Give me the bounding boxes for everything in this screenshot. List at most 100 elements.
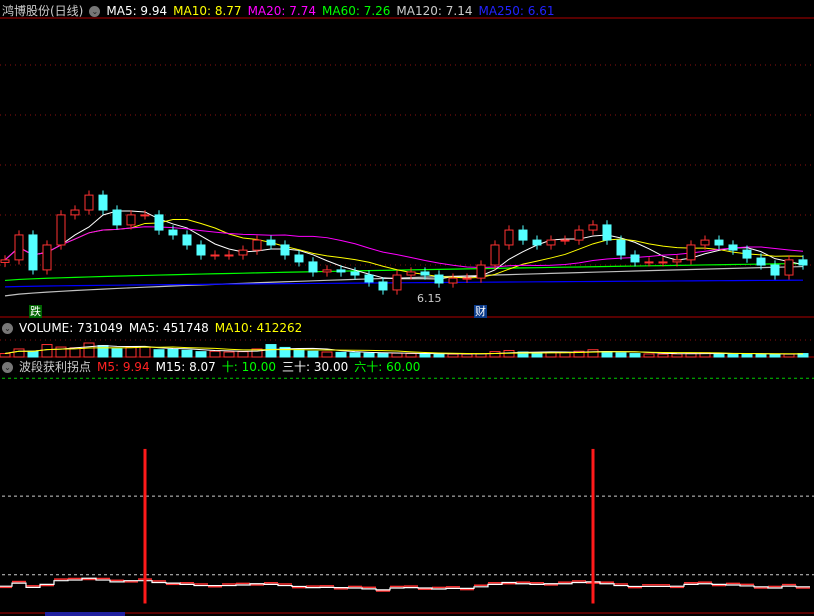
thirty-label: 三十: 30.00 <box>282 360 349 374</box>
volume-bar <box>755 353 767 358</box>
stock-chart[interactable] <box>0 0 814 616</box>
die-marker[interactable]: 跌 <box>29 305 42 318</box>
candle-down <box>616 239 626 256</box>
candle-down <box>364 274 374 283</box>
volume-bar <box>671 353 683 358</box>
volume-bar <box>713 353 725 358</box>
candle-up <box>490 244 500 266</box>
candle-up <box>686 244 696 261</box>
volume-ma5-label: MA5: 451748 <box>128 321 209 335</box>
candle-up <box>644 261 654 264</box>
volume-bar <box>643 353 655 358</box>
collapse-chevron-icon[interactable]: ⌄ <box>89 5 101 17</box>
indicator-pane-header: ⌄ 波段获利拐点 M5: 9.94 M15: 8.07 十: 10.00 三十:… <box>2 359 420 375</box>
volume-bar <box>0 353 11 358</box>
collapse-chevron-icon[interactable]: ⌄ <box>2 322 13 334</box>
candle-up <box>546 239 556 246</box>
volume-bar <box>657 353 669 358</box>
volume-bar <box>321 351 333 358</box>
volume-bar <box>181 349 193 358</box>
volume-pane-header: ⌄ VOLUME: 731049 MA5: 451748 MA10: 41226… <box>2 320 302 336</box>
candle-down <box>336 269 346 273</box>
candle-up <box>588 224 598 231</box>
volume-bar <box>223 351 235 358</box>
candle-down <box>182 234 192 246</box>
volume-bar <box>615 352 627 358</box>
candle-up <box>448 277 458 284</box>
volume-bar <box>153 349 165 358</box>
candle-down <box>798 259 808 266</box>
sixty-label: 六十: 60.00 <box>354 360 421 374</box>
candle-down <box>28 234 38 271</box>
ma250-line <box>4 279 804 288</box>
candle-up <box>210 254 220 257</box>
volume-ma10-label: MA10: 412262 <box>214 321 303 335</box>
candle-up <box>84 194 94 211</box>
volume-bar <box>783 353 795 358</box>
indicator-name: 波段获利拐点 <box>19 360 92 374</box>
volume-label: VOLUME: 731049 <box>19 321 123 335</box>
volume-bar <box>139 346 151 358</box>
signal-spike <box>591 448 595 604</box>
candle-down <box>420 271 430 276</box>
volume-bar <box>461 353 473 358</box>
volume-bar <box>363 352 375 358</box>
volume-bar <box>447 353 459 358</box>
volume-bar <box>209 350 221 358</box>
candle-down <box>630 254 640 263</box>
candle-up <box>70 209 80 216</box>
candle-up <box>56 214 66 246</box>
ma5-label: MA5: 9.94 <box>106 4 168 18</box>
volume-bar <box>167 348 179 358</box>
candle-down <box>280 244 290 256</box>
cai-marker[interactable]: 财 <box>474 305 487 318</box>
candle-down <box>770 264 780 276</box>
volume-bar <box>769 353 781 358</box>
candle-up <box>700 239 710 246</box>
candle-down <box>266 239 276 246</box>
scroll-thumb[interactable] <box>45 612 125 616</box>
candle-down <box>154 214 164 231</box>
ma10-label: MA10: 8.77 <box>173 4 242 18</box>
ma120-label: MA120: 7.14 <box>396 4 473 18</box>
candle-down <box>728 244 738 251</box>
ma250-label: MA250: 6.61 <box>478 4 555 18</box>
m15-label: M15: 8.07 <box>155 360 216 374</box>
candle-up <box>252 239 262 251</box>
volume-bar <box>727 353 739 358</box>
candle-down <box>434 274 444 284</box>
low-price-label: 6.15 <box>417 292 442 305</box>
candle-up <box>224 254 234 257</box>
signal-spike <box>143 448 147 604</box>
candle-up <box>322 269 332 273</box>
volume-bar <box>265 344 277 358</box>
ma20-line <box>4 226 804 268</box>
volume-bar <box>237 351 249 358</box>
candle-up <box>462 277 472 280</box>
volume-bar <box>13 348 25 358</box>
volume-bar <box>377 353 389 358</box>
candle-up <box>126 214 136 226</box>
candle-down <box>196 244 206 256</box>
candle-down <box>98 194 108 211</box>
price-pane-header: 鸿博股份(日线) ⌄ MA5: 9.94 MA10: 8.77 MA20: 7.… <box>2 3 555 19</box>
candle-down <box>756 257 766 266</box>
candle-up <box>672 259 682 263</box>
volume-bar <box>41 344 53 358</box>
volume-bar <box>433 353 445 358</box>
volume-bar <box>587 349 599 358</box>
candle-up <box>140 214 150 217</box>
ma60-label: MA60: 7.26 <box>322 4 391 18</box>
volume-bar <box>601 351 613 358</box>
volume-bar <box>391 352 403 358</box>
candle-up <box>574 229 584 241</box>
volume-bar <box>335 351 347 358</box>
candle-up <box>14 234 24 261</box>
candle-down <box>112 209 122 226</box>
ten-label: 十: 10.00 <box>221 360 277 374</box>
collapse-chevron-icon[interactable]: ⌄ <box>2 361 13 373</box>
ma20-label: MA20: 7.74 <box>247 4 316 18</box>
volume-bar <box>27 350 39 358</box>
candle-down <box>168 229 178 236</box>
candle-up <box>658 261 668 264</box>
